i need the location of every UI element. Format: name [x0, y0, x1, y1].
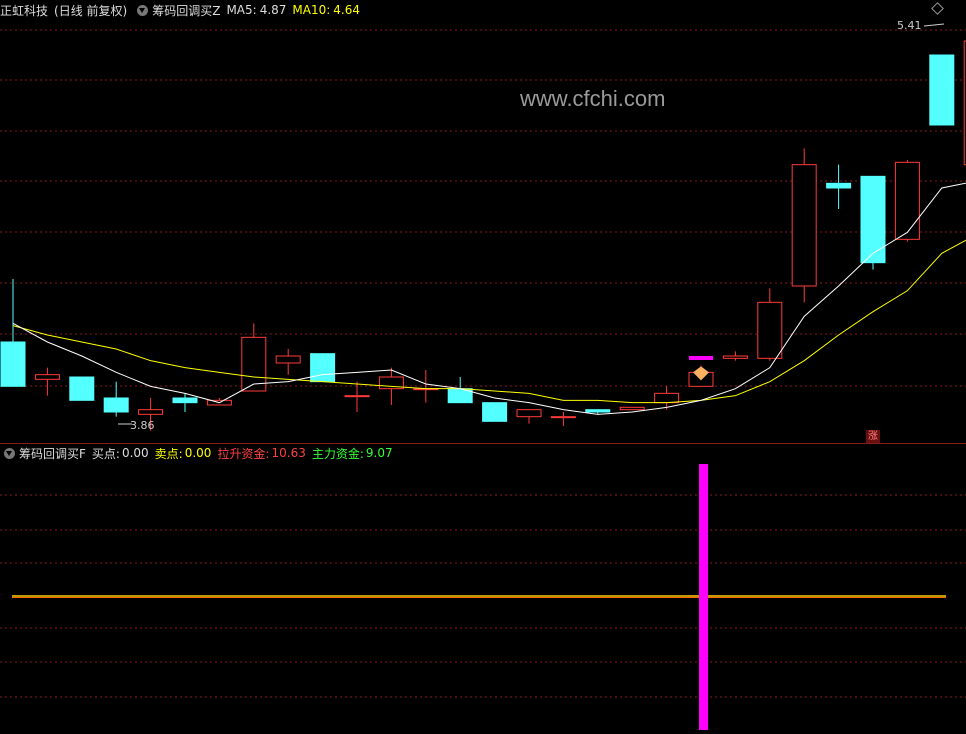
signal-marker — [689, 356, 713, 360]
sub-indicator-name[interactable]: 筹码回调买F — [19, 445, 86, 462]
sub-indicator-dropdown-icon[interactable] — [4, 447, 15, 459]
candle-body — [860, 175, 886, 264]
buy-value: 0.00 — [121, 446, 149, 460]
candle-body — [550, 416, 576, 419]
candle-body — [654, 392, 680, 404]
chart-area[interactable] — [0, 0, 966, 734]
lift-fund-label: 拉升资金: — [217, 446, 270, 461]
candle-body — [138, 409, 164, 415]
candle-body — [619, 406, 645, 411]
candle-body — [103, 397, 129, 413]
high-price-label: 5.41 — [897, 19, 922, 32]
sub-signal-bar — [699, 464, 708, 730]
sub-chart-header: 筹码回调买F 买点: 0.00 卖点: 0.00 拉升资金: 10.63 主力资… — [0, 444, 966, 462]
candle-body — [585, 409, 611, 413]
main-fund-value: 9.07 — [365, 446, 393, 460]
candle-body — [791, 164, 817, 287]
candle-body — [310, 353, 336, 383]
candle-body — [482, 402, 508, 422]
candle-body — [516, 409, 542, 418]
candle-body — [757, 301, 783, 359]
candle-body — [275, 355, 301, 364]
candle-body — [722, 355, 748, 359]
candle-body — [34, 374, 60, 380]
candle-body — [172, 397, 198, 404]
sell-label: 卖点: — [154, 446, 183, 461]
buy-label: 买点: — [91, 446, 120, 461]
zhang-badge: 涨 — [866, 430, 880, 444]
high-arrow — [923, 23, 945, 27]
ma5-line — [12, 182, 966, 415]
ma10-line — [12, 239, 966, 404]
candle-body — [894, 161, 920, 240]
sell-value: 0.00 — [184, 446, 212, 460]
candle-body — [826, 182, 852, 189]
candle-body — [0, 341, 26, 387]
watermark: www.cfchi.com — [520, 86, 666, 111]
candle-body — [929, 54, 955, 126]
candle-body — [69, 376, 95, 401]
candle-body — [344, 395, 370, 398]
main-fund-label: 主力资金: — [311, 446, 364, 461]
low-price-label: 3.86 — [130, 419, 155, 432]
lift-fund-value: 10.63 — [271, 446, 306, 460]
